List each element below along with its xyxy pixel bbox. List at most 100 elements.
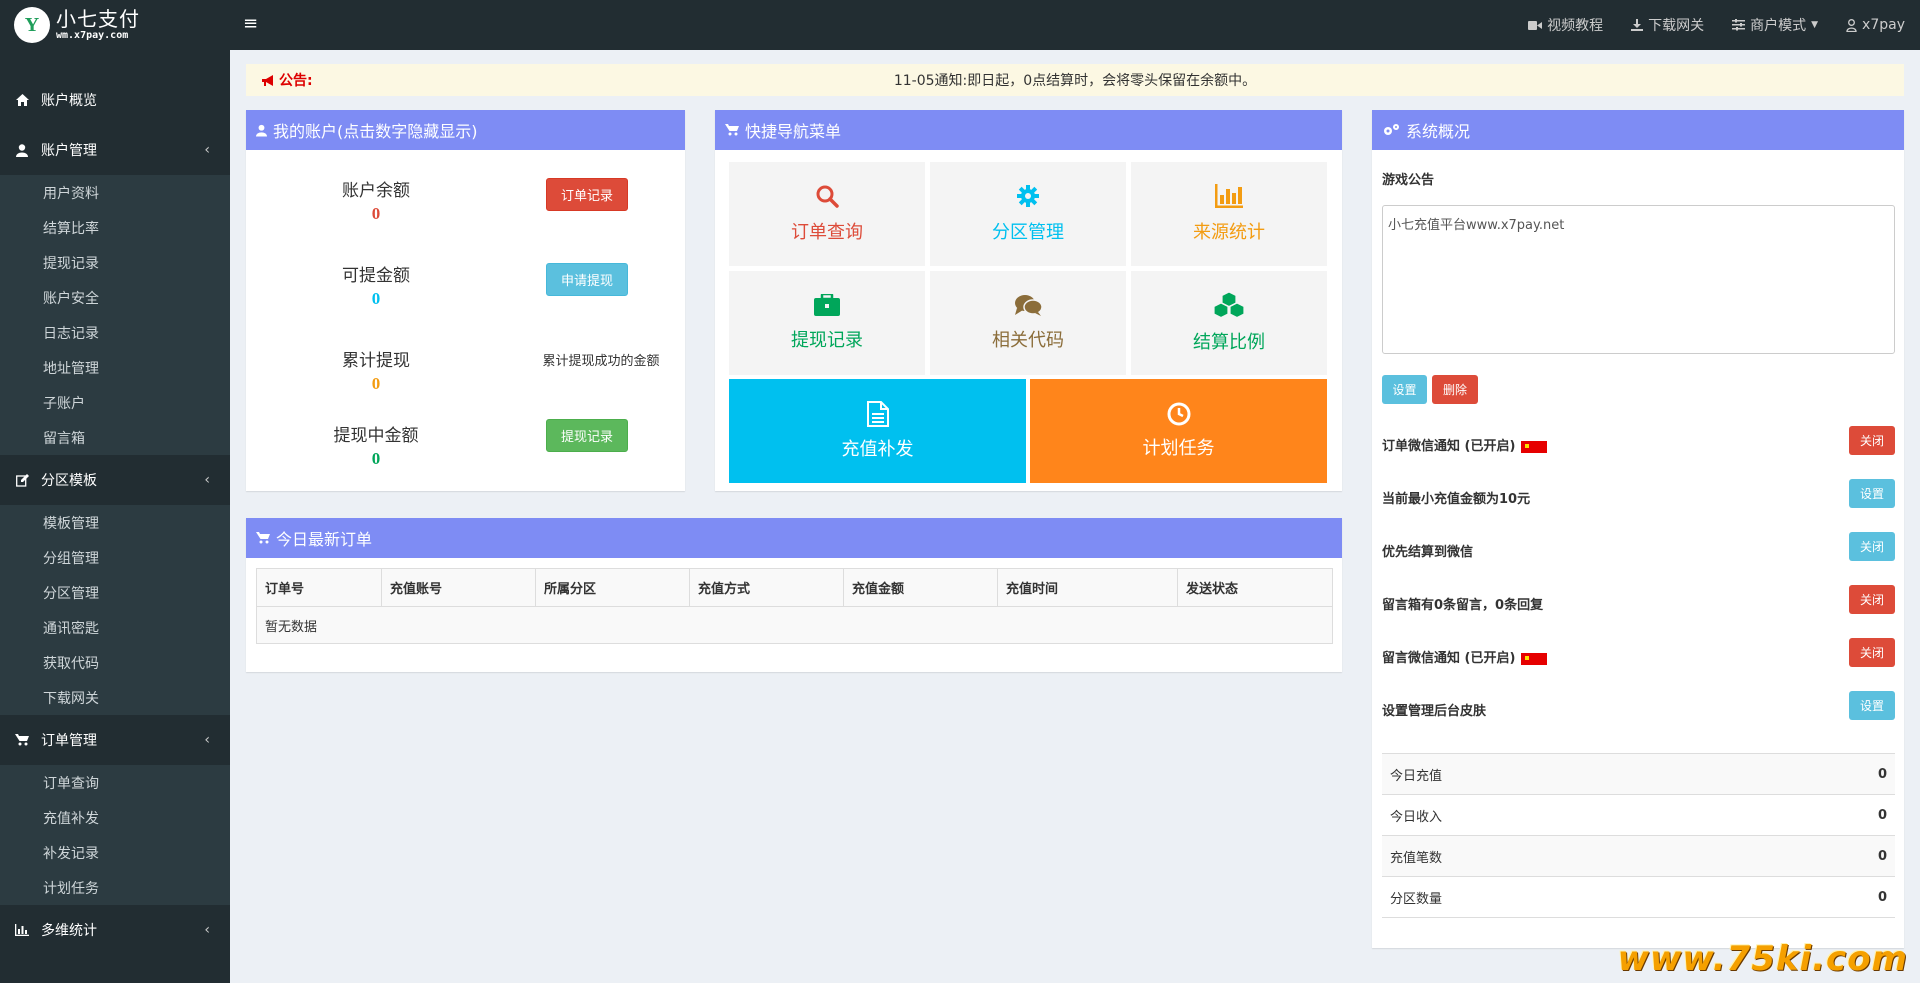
table-row: 暂无数据 xyxy=(256,606,1333,644)
tile-zone-management[interactable]: 分区管理 xyxy=(930,162,1126,266)
china-flag-icon xyxy=(1521,440,1548,453)
sidebar-item-zone-template[interactable]: 分区模板 ‹ xyxy=(0,455,230,505)
sidebar-item-statistics[interactable]: 多维统计 ‹ xyxy=(0,905,230,955)
sidebar-item-group-management[interactable]: 分组管理 xyxy=(0,540,230,575)
edit-icon xyxy=(15,473,29,487)
column-header[interactable]: 充值账号 xyxy=(381,568,536,607)
tile-settlement-ratio[interactable]: 结算比例 xyxy=(1131,271,1327,375)
withdraw-records-button[interactable]: 提现记录 xyxy=(546,419,628,452)
sidebar-item-recharge-reissue[interactable]: 充值补发 xyxy=(0,800,230,835)
chevron-left-icon: ‹ xyxy=(204,732,210,748)
sidebar-item-label: 分区模板 xyxy=(41,473,97,489)
sidebar-item-account-management[interactable]: 账户管理 ‹ xyxy=(0,125,230,175)
gears-icon xyxy=(1384,124,1399,135)
tile-label: 来源统计 xyxy=(1193,222,1265,243)
user-icon xyxy=(256,124,267,136)
sidebar-item-label: 账户概览 xyxy=(41,93,97,109)
sidebar-item-account-security[interactable]: 账户安全 xyxy=(0,280,230,315)
sidebar-item-order-query[interactable]: 订单查询 xyxy=(0,765,230,800)
sidebar-item-zone-management[interactable]: 分区管理 xyxy=(0,575,230,610)
download-icon xyxy=(1631,19,1644,31)
sidebar-item-address[interactable]: 地址管理 xyxy=(0,350,230,385)
sidebar-item-profile[interactable]: 用户资料 xyxy=(0,175,230,210)
wechat-settlement-close-button[interactable]: 关闭 xyxy=(1849,532,1895,561)
comments-icon xyxy=(1015,295,1042,316)
withdrawable-value[interactable]: 0 xyxy=(306,289,446,309)
merchant-mode-label: 商户模式 xyxy=(1750,18,1807,34)
download-gateway-link[interactable]: 下载网关 xyxy=(1631,15,1704,35)
briefcase-icon xyxy=(814,294,840,316)
zone-submenu: 模板管理 分组管理 分区管理 通讯密匙 获取代码 下载网关 xyxy=(0,505,230,715)
game-notice-delete-button[interactable]: 删除 xyxy=(1432,375,1478,404)
apply-withdraw-button[interactable]: 申请提现 xyxy=(546,263,628,296)
column-header[interactable]: 发送状态 xyxy=(1177,568,1333,607)
message-box-label: 留言箱有0条留言，0条回复 xyxy=(1382,598,1544,613)
brand-title: 小七支付 xyxy=(56,7,140,31)
clock-icon xyxy=(1167,402,1190,426)
tile-scheduled-tasks[interactable]: 计划任务 xyxy=(1030,379,1327,483)
message-wechat-notify-close-button[interactable]: 关闭 xyxy=(1849,638,1895,667)
table-row: 分区数量 0 xyxy=(1382,876,1895,918)
tile-recharge-reissue[interactable]: 充值补发 xyxy=(729,379,1026,483)
sidebar-item-withdraw-records[interactable]: 提现记录 xyxy=(0,245,230,280)
column-header[interactable]: 订单号 xyxy=(256,568,382,607)
video-tutorial-link[interactable]: 视频教程 xyxy=(1528,15,1603,35)
empty-message: 暂无数据 xyxy=(256,606,1333,644)
column-header[interactable]: 充值时间 xyxy=(997,568,1178,607)
withdrawing-value[interactable]: 0 xyxy=(306,449,446,469)
sidebar-item-subaccount[interactable]: 子账户 xyxy=(0,385,230,420)
sidebar-toggle-button[interactable]: ≡ xyxy=(243,13,258,34)
game-notice-set-button[interactable]: 设置 xyxy=(1382,375,1427,404)
tile-source-stats[interactable]: 来源统计 xyxy=(1131,162,1327,266)
withdrawing-label: 提现中金额 xyxy=(333,426,419,446)
game-notice-textarea[interactable]: 小七充值平台www.x7pay.net xyxy=(1382,205,1895,354)
quick-nav-box: 快捷导航菜单 订单查询 分区管理 来源统计 提现记录 相关代码 结算比例 充值补… xyxy=(715,110,1342,491)
username: x7pay xyxy=(1862,17,1905,33)
stat-value: 0 xyxy=(1756,753,1895,795)
balance-value[interactable]: 0 xyxy=(306,204,446,224)
main-content: 公告: 11-05通知:即日起，0点结算时，会将零头保留在余额中。 我的账户(点… xyxy=(230,50,1920,983)
min-recharge-set-button[interactable]: 设置 xyxy=(1849,479,1895,508)
tile-order-query[interactable]: 订单查询 xyxy=(729,162,925,266)
tile-withdraw-records[interactable]: 提现记录 xyxy=(729,271,925,375)
sidebar-item-messages[interactable]: 留言箱 xyxy=(0,420,230,455)
sidebar-item-comm-key[interactable]: 通讯密匙 xyxy=(0,610,230,645)
sidebar-item-overview[interactable]: 账户概览 xyxy=(0,75,230,125)
chevron-left-icon: ‹ xyxy=(204,142,210,158)
sidebar-item-get-code[interactable]: 获取代码 xyxy=(0,645,230,680)
logo-icon: Y xyxy=(14,7,50,43)
sidebar-item-settlement-rate[interactable]: 结算比率 xyxy=(0,210,230,245)
user-menu[interactable]: x7pay xyxy=(1846,17,1905,33)
column-header[interactable]: 充值方式 xyxy=(689,568,844,607)
top-navbar: Y 小七支付 wm.x7pay.com ≡ 视频教程 下载网关 商户模式 ▼ x… xyxy=(0,0,1920,50)
merchant-mode-dropdown[interactable]: 商户模式 ▼ xyxy=(1732,15,1818,35)
admin-skin-set-button[interactable]: 设置 xyxy=(1849,691,1895,720)
withdrawing-row: 提现中金额 0 提现记录 xyxy=(246,415,685,485)
wechat-order-notify-close-button[interactable]: 关闭 xyxy=(1849,426,1895,455)
column-header[interactable]: 所属分区 xyxy=(535,568,690,607)
sidebar-item-template-management[interactable]: 模板管理 xyxy=(0,505,230,540)
sidebar-item-reissue-records[interactable]: 补发记录 xyxy=(0,835,230,870)
balance-row: 账户余额 0 订单记录 xyxy=(246,170,685,240)
cubes-icon xyxy=(1214,292,1244,318)
sidebar-item-download-gateway[interactable]: 下载网关 xyxy=(0,680,230,715)
orders-table: 订单号 充值账号 所属分区 充值方式 充值金额 充值时间 发送状态 暂无数据 xyxy=(256,568,1333,644)
stat-value: 0 xyxy=(1756,835,1895,877)
brand-logo[interactable]: Y 小七支付 wm.x7pay.com xyxy=(0,0,230,50)
total-withdrawn-value[interactable]: 0 xyxy=(306,374,446,394)
order-records-button[interactable]: 订单记录 xyxy=(546,178,628,211)
table-row: 今日充值 0 xyxy=(1382,753,1895,795)
message-box-close-button[interactable]: 关闭 xyxy=(1849,585,1895,614)
sliders-icon xyxy=(1732,19,1746,31)
sidebar-item-logs[interactable]: 日志记录 xyxy=(0,315,230,350)
sidebar-item-order-management[interactable]: 订单管理 ‹ xyxy=(0,715,230,765)
video-tutorial-label: 视频教程 xyxy=(1547,18,1604,34)
sidebar-item-scheduled-tasks[interactable]: 计划任务 xyxy=(0,870,230,905)
bar-chart-icon xyxy=(15,924,29,936)
column-header[interactable]: 充值金额 xyxy=(843,568,998,607)
caret-down-icon: ▼ xyxy=(1811,20,1819,30)
cart-icon xyxy=(15,734,29,746)
tile-related-code[interactable]: 相关代码 xyxy=(930,271,1126,375)
stats-table: 今日充值 0 今日收入 0 充值笔数 0 分区数量 0 xyxy=(1382,753,1895,918)
balance-label: 账户余额 xyxy=(342,181,410,201)
